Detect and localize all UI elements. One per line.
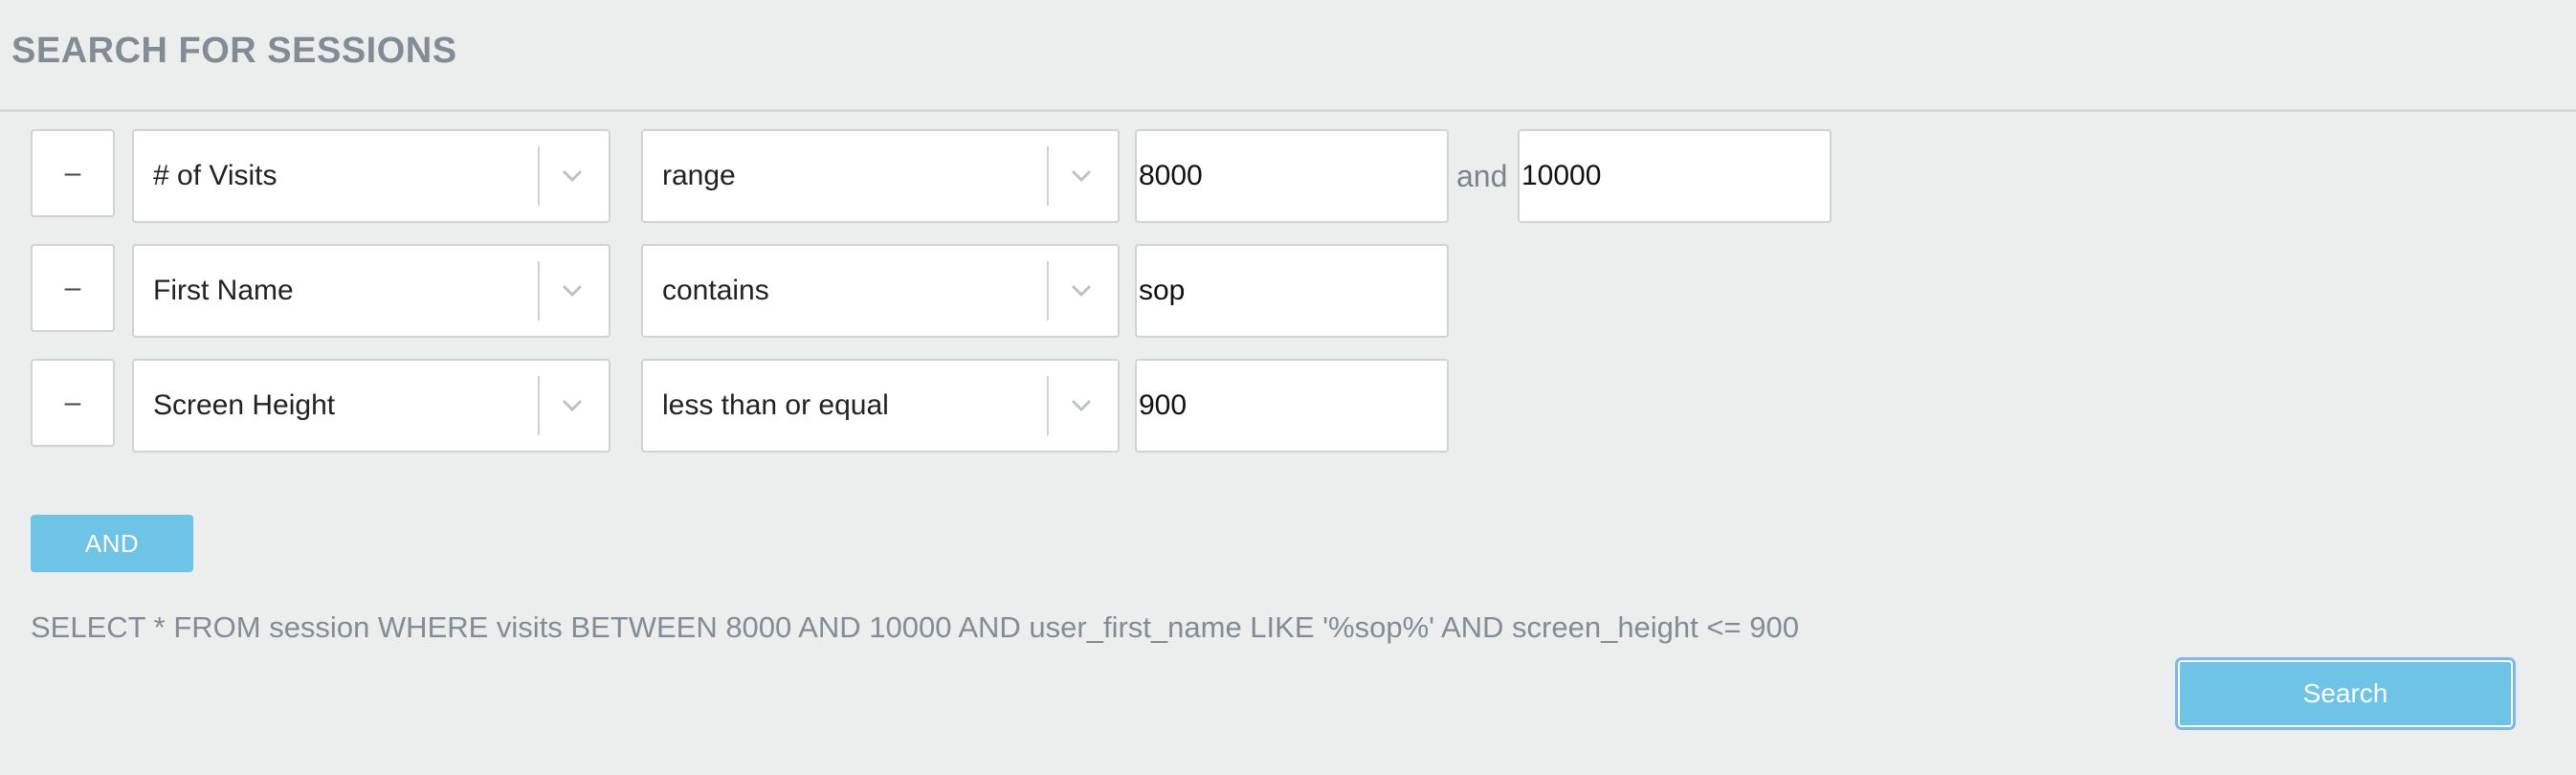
select-divider — [1047, 261, 1049, 321]
filter-row: – # of Visits range and — [0, 129, 2576, 225]
field-select-value: Screen Height — [153, 389, 336, 421]
select-divider — [538, 376, 540, 435]
chevron-down-icon[interactable] — [1066, 160, 1097, 190]
search-button[interactable]: Search — [2178, 660, 2513, 727]
select-divider — [1047, 376, 1049, 435]
field-select[interactable]: # of Visits — [132, 129, 611, 223]
select-divider — [1047, 146, 1049, 206]
chevron-down-icon[interactable] — [1066, 275, 1097, 305]
field-select-value: First Name — [153, 275, 294, 306]
remove-filter-button[interactable]: – — [31, 129, 115, 217]
second-value-input-container — [1518, 129, 1832, 223]
chevron-down-icon[interactable] — [557, 389, 588, 420]
field-select[interactable]: First Name — [132, 244, 611, 338]
operator-select[interactable]: contains — [641, 244, 1120, 338]
operator-select-value: contains — [662, 275, 769, 306]
filter-row: – First Name contains — [0, 244, 2576, 340]
remove-filter-button[interactable]: – — [31, 359, 115, 447]
value-input-container — [1135, 244, 1449, 338]
value-input-container — [1135, 359, 1449, 453]
value-input[interactable] — [1139, 246, 1441, 336]
chevron-down-icon[interactable] — [557, 160, 588, 190]
chevron-down-icon[interactable] — [557, 275, 588, 305]
operator-select[interactable]: range — [641, 129, 1120, 223]
chevron-down-icon[interactable] — [1066, 389, 1097, 420]
range-separator-label: and — [1456, 159, 1508, 193]
select-divider — [538, 146, 540, 206]
remove-filter-button[interactable]: – — [31, 244, 115, 332]
operator-select-value: range — [662, 160, 736, 191]
field-select-value: # of Visits — [153, 160, 278, 191]
second-value-input[interactable] — [1521, 131, 1824, 221]
value-input[interactable] — [1139, 361, 1441, 451]
value-input-container — [1135, 129, 1449, 223]
add-and-condition-button[interactable]: AND — [31, 515, 193, 572]
sql-query-preview: SELECT * FROM session WHERE visits BETWE… — [31, 610, 1799, 644]
page-title: SEARCH FOR SESSIONS — [11, 31, 457, 71]
field-select[interactable]: Screen Height — [132, 359, 611, 453]
filter-row: – Screen Height less than or equal — [0, 359, 2576, 454]
value-input[interactable] — [1139, 131, 1441, 221]
page-header: SEARCH FOR SESSIONS — [0, 0, 2576, 112]
operator-select[interactable]: less than or equal — [641, 359, 1120, 453]
operator-select-value: less than or equal — [662, 389, 889, 421]
select-divider — [538, 261, 540, 321]
